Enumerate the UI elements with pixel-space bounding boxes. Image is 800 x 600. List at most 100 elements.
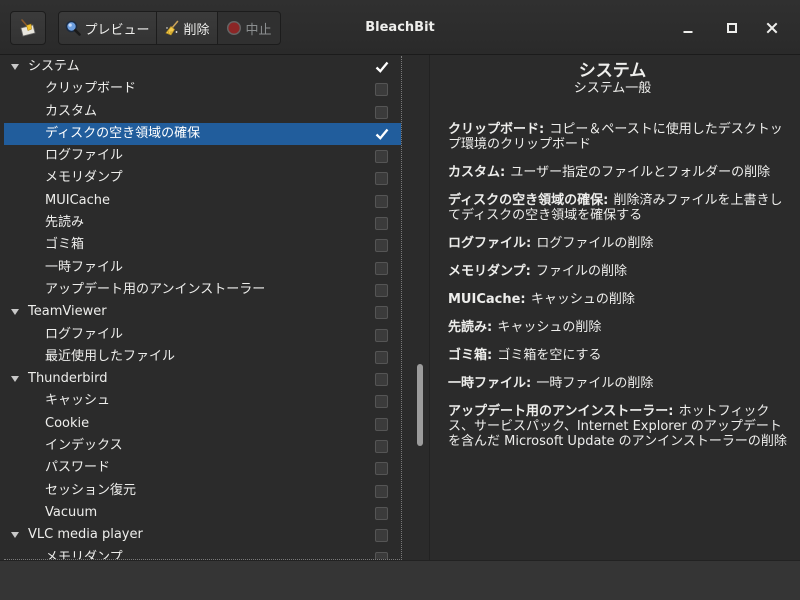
- tree-row-label: キャッシュ: [45, 393, 111, 409]
- row-checkbox[interactable]: [375, 551, 388, 559]
- row-checkbox[interactable]: [375, 484, 388, 498]
- cleaner-tree-pane: システム クリップボード カスタム ディスクの空き領域の確保 ログファイル メモリダンプ M…: [0, 55, 429, 560]
- tree-option-row[interactable]: ゴミ箱: [4, 234, 401, 256]
- entry-name: MUICache:: [448, 292, 526, 307]
- tree-option-row[interactable]: 一時ファイル: [4, 257, 401, 279]
- tree-row-label: 一時ファイル: [45, 259, 124, 275]
- expander-arrow-icon[interactable]: [11, 64, 19, 70]
- stop-button[interactable]: 中止: [217, 11, 281, 45]
- tree-row-label: カスタム: [45, 103, 98, 119]
- tree-scrollbar-thumb[interactable]: [417, 364, 423, 446]
- minimize-button[interactable]: [676, 16, 700, 40]
- row-checkbox[interactable]: [375, 529, 388, 543]
- app-menu-button[interactable]: [10, 11, 46, 45]
- tree-option-row[interactable]: カスタム: [4, 101, 401, 123]
- row-checkbox[interactable]: [375, 328, 388, 342]
- tree-option-row[interactable]: Vacuum: [4, 502, 401, 524]
- tree-group-row[interactable]: TeamViewer: [4, 301, 401, 323]
- row-checkbox[interactable]: [375, 172, 388, 186]
- row-checkbox[interactable]: [375, 83, 388, 97]
- row-checkbox[interactable]: [375, 373, 388, 387]
- tree-group-row[interactable]: システム: [4, 56, 401, 78]
- delete-button[interactable]: 削除: [156, 11, 218, 45]
- tree-group-row[interactable]: VLC media player: [4, 524, 401, 546]
- row-checkbox[interactable]: [375, 462, 388, 476]
- tree-option-row[interactable]: インデックス: [4, 435, 401, 457]
- row-checkbox[interactable]: [375, 395, 388, 409]
- tree-option-row[interactable]: パスワード: [4, 457, 401, 479]
- row-checkbox[interactable]: [375, 239, 388, 253]
- expander-arrow-icon[interactable]: [11, 309, 19, 316]
- entry-name: ゴミ箱:: [448, 348, 493, 363]
- entry-description: キャッシュの削除: [530, 292, 635, 307]
- entry-description: ログファイルの削除: [536, 236, 654, 251]
- tree-option-row[interactable]: アップデート用のアンインストーラー: [4, 279, 401, 301]
- tree-option-row[interactable]: クリップボード: [4, 78, 401, 100]
- minimize-icon: [683, 31, 693, 33]
- tree-option-row[interactable]: ログファイル: [4, 324, 401, 346]
- tree-row-label: セッション復元: [45, 482, 137, 498]
- row-checkbox[interactable]: [375, 306, 388, 320]
- tree-option-row[interactable]: Cookie: [4, 413, 401, 435]
- preview-button[interactable]: プレビュー: [58, 11, 157, 45]
- checkmark-icon: [375, 61, 389, 73]
- tree-option-row[interactable]: 最近使用したファイル: [4, 346, 401, 368]
- entry-name: ログファイル:: [448, 236, 532, 251]
- maximize-button[interactable]: [720, 16, 744, 40]
- expander-arrow-icon[interactable]: [11, 376, 19, 383]
- tree-option-row[interactable]: ディスクの空き領域の確保: [4, 122, 401, 146]
- tree-row-label: Vacuum: [45, 504, 98, 520]
- cleaner-tree: システム クリップボード カスタム ディスクの空き領域の確保 ログファイル メモリダンプ M…: [4, 56, 402, 560]
- broom-icon: [165, 20, 179, 36]
- action-button-group: プレビュー 削除 中止: [58, 11, 281, 45]
- tree-option-row[interactable]: セッション復元: [4, 480, 401, 502]
- description-entry: アップデート用のアンインストーラー: ホットフィックス、サービスパック、Inter…: [448, 404, 793, 449]
- description-entry: ディスクの空き領域の確保: 削除済みファイルを上書きしてディスクの空き領域を確保す…: [448, 193, 793, 223]
- entry-name: メモリダンプ:: [448, 264, 531, 279]
- row-checkbox[interactable]: [375, 61, 389, 74]
- tree-row-label: Cookie: [45, 415, 90, 431]
- maximize-icon: [727, 23, 737, 33]
- row-checkbox[interactable]: [375, 440, 388, 454]
- description-entry: ゴミ箱: ゴミ箱を空にする: [448, 348, 793, 363]
- row-checkbox[interactable]: [375, 105, 388, 119]
- tree-option-row[interactable]: 先読み: [4, 212, 401, 234]
- tree-row-label: メモリダンプ: [45, 170, 123, 186]
- tree-row-label: パスワード: [45, 460, 111, 476]
- row-checkbox[interactable]: [375, 417, 388, 431]
- entry-description: キャッシュの削除: [497, 320, 602, 335]
- description-title: システム: [578, 61, 647, 81]
- description-entry: ログファイル: ログファイルの削除: [448, 236, 793, 251]
- stop-icon: [227, 20, 242, 36]
- entry-name: ディスクの空き領域の確保:: [448, 193, 609, 208]
- window-title: BleachBit: [365, 20, 435, 35]
- tree-option-row[interactable]: メモリダンプ: [4, 167, 401, 189]
- magnifier-icon: [66, 20, 82, 36]
- expander-arrow-icon[interactable]: [11, 532, 19, 539]
- entry-name: カスタム:: [448, 165, 506, 180]
- description-entry: メモリダンプ: ファイルの削除: [448, 264, 793, 279]
- tree-row-label: アップデート用のアンインストーラー: [45, 281, 266, 297]
- status-bar: [0, 560, 800, 600]
- tree-row-label: Thunderbird: [28, 371, 108, 387]
- close-button[interactable]: [760, 16, 784, 40]
- row-checkbox[interactable]: [375, 150, 388, 164]
- tree-option-row[interactable]: ログファイル: [4, 145, 401, 167]
- row-checkbox[interactable]: [375, 283, 388, 297]
- tree-group-row[interactable]: Thunderbird: [4, 368, 401, 390]
- tree-option-row[interactable]: メモリダンプ: [4, 547, 401, 559]
- entry-name: 一時ファイル:: [448, 376, 532, 391]
- row-checkbox[interactable]: [375, 350, 388, 364]
- tree-option-row[interactable]: キャッシュ: [4, 390, 401, 412]
- entry-description: ユーザー指定のファイルとフォルダーの削除: [510, 165, 771, 180]
- row-checkbox[interactable]: [375, 194, 388, 208]
- row-checkbox[interactable]: [375, 261, 388, 275]
- tree-row-label: システム: [28, 59, 80, 74]
- tree-option-row[interactable]: MUICache: [4, 190, 401, 212]
- stop-button-label: 中止: [245, 22, 272, 38]
- entry-name: アップデート用のアンインストーラー:: [448, 404, 674, 419]
- row-checkbox[interactable]: [375, 128, 389, 141]
- row-checkbox[interactable]: [375, 506, 388, 520]
- row-checkbox[interactable]: [375, 217, 388, 231]
- description-entry: クリップボード: コピー＆ペーストに使用したデスクトップ環境のクリップボード: [448, 122, 793, 152]
